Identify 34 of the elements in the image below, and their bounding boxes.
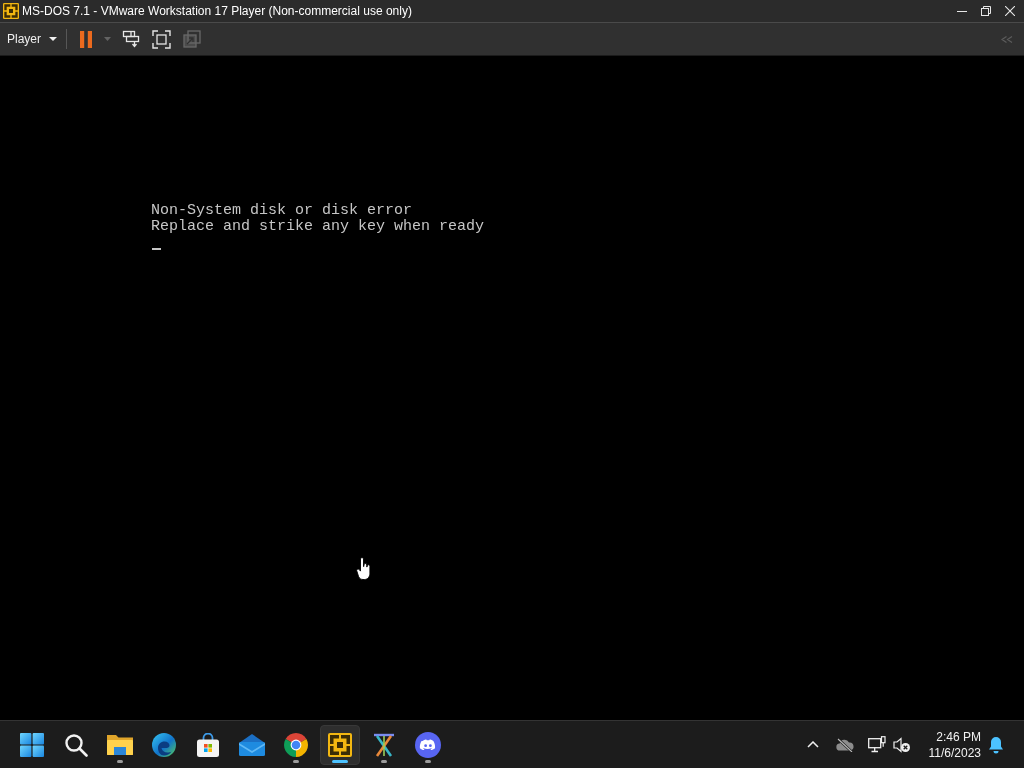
- bell-icon: [988, 735, 1004, 754]
- stacked-screens-icon: [122, 30, 140, 48]
- x-shape-icon: [372, 732, 396, 757]
- start-icon: [20, 732, 44, 757]
- taskbar-button[interactable]: [320, 724, 360, 765]
- volume-muted-icon: [893, 736, 911, 753]
- folder-icon: [107, 732, 133, 757]
- clock[interactable]: 2:46 PM 11/6/2023: [921, 724, 985, 765]
- console-text: Non-System disk or disk error: [151, 203, 413, 219]
- window-arrow-icon: [183, 30, 201, 48]
- restore-icon: [981, 6, 991, 16]
- minimize-icon: [957, 10, 967, 12]
- window-title: MS-DOS 7.1 - VMware Workstation 17 Player (Non-commercial use only): [22, 4, 412, 18]
- cloud-off-icon: [836, 737, 854, 752]
- hand-pointer-icon: [356, 557, 372, 581]
- app-icon: [3, 3, 19, 19]
- circle-segments-icon: [284, 732, 308, 757]
- player-menu[interactable]: Player: [0, 25, 62, 53]
- caret-icon: [49, 37, 57, 41]
- cursor-icon: [152, 248, 161, 250]
- fullscreen-icon: [151, 29, 171, 49]
- console-text: Replace and strike any key when ready: [151, 219, 485, 235]
- shopping-bag-icon: [196, 732, 220, 757]
- network-icon: [868, 736, 886, 753]
- swirl-icon: [152, 732, 176, 757]
- pause-icon: [80, 30, 92, 48]
- search-icon: [64, 732, 88, 757]
- gamepad-icon: [415, 731, 441, 758]
- double-chevron-icon: [1001, 35, 1013, 43]
- envelope-icon: [239, 733, 265, 756]
- caret-icon: [103, 37, 111, 41]
- chevron-up-icon: [807, 741, 819, 748]
- pinwheel-icon: [328, 732, 352, 757]
- close-icon: [1005, 6, 1015, 16]
